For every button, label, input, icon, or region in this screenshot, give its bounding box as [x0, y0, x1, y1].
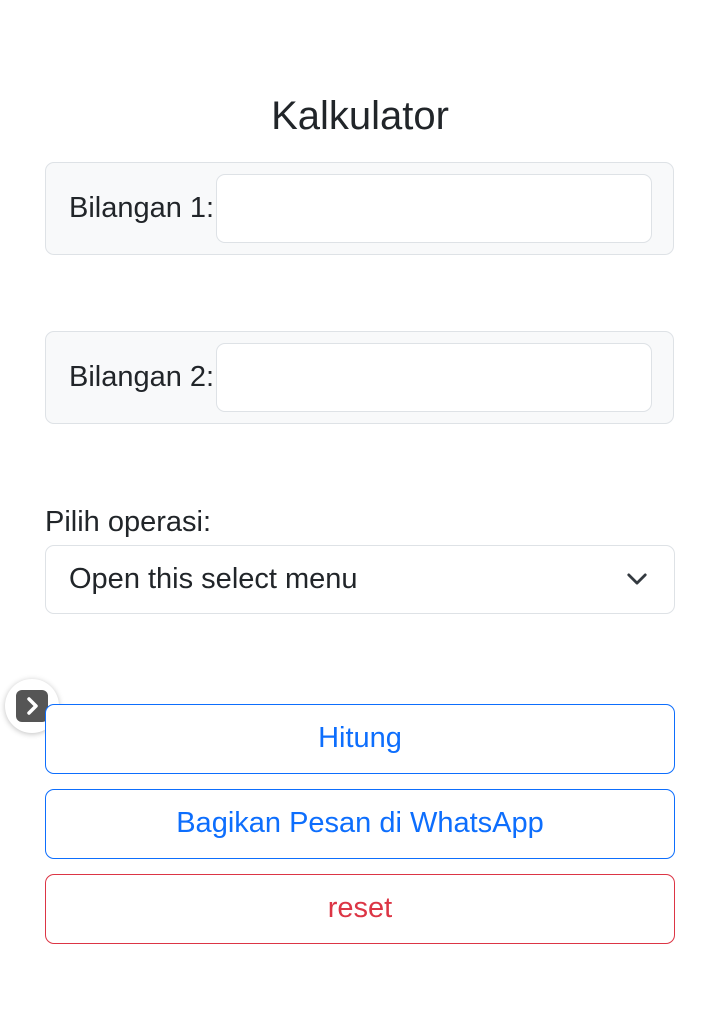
bilangan-2-input[interactable]	[216, 343, 652, 412]
bilangan-1-input[interactable]	[216, 174, 652, 243]
bilangan-1-group: Bilangan 1:	[45, 162, 674, 255]
operation-label: Pilih operasi:	[45, 506, 212, 538]
reset-button[interactable]: reset	[45, 874, 675, 944]
operation-select[interactable]: Open this select menu	[45, 545, 675, 614]
chevron-down-icon	[627, 573, 647, 585]
bilangan-2-group: Bilangan 2:	[45, 331, 674, 424]
bilangan-1-label: Bilangan 1:	[69, 192, 215, 224]
share-whatsapp-button[interactable]: Bagikan Pesan di WhatsApp	[45, 789, 675, 859]
chevron-right-icon	[16, 690, 48, 722]
calculator-page: Kalkulator Bilangan 1: Bilangan 2: Pilih…	[0, 0, 720, 1026]
page-title: Kalkulator	[271, 94, 449, 138]
bilangan-2-label: Bilangan 2:	[69, 361, 215, 393]
hitung-button[interactable]: Hitung	[45, 704, 675, 774]
operation-selected-value: Open this select menu	[69, 563, 358, 595]
